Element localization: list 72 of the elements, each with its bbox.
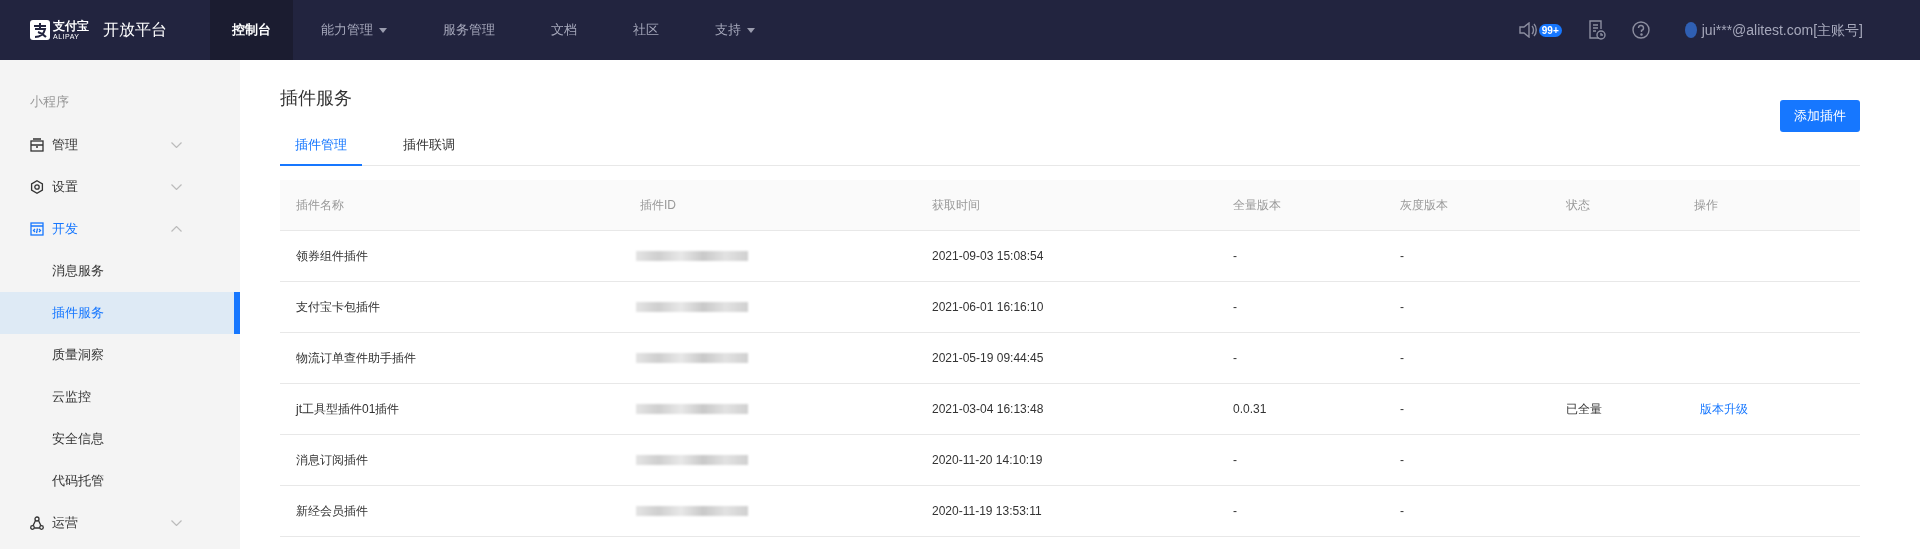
nav-tab[interactable]: 支持 — [687, 0, 783, 60]
page-title: 插件服务 — [280, 87, 352, 110]
user-account-menu[interactable]: jui***@alitest.com[主账号] — [1683, 19, 1863, 41]
notifications-button[interactable]: 99+ — [1518, 22, 1562, 38]
section-label: 小程序 — [29, 93, 70, 111]
count-badge: 99+ — [1538, 23, 1562, 37]
tab[interactable]: 插件管理 — [280, 126, 362, 166]
table-cell-text: 领券组件插件 — [295, 248, 369, 265]
table-cell-text: 2020-11-19 13:53:11 — [931, 503, 1043, 520]
table-cell-text: - — [1399, 299, 1405, 316]
table-cell-text: 新经会员插件 — [295, 503, 369, 520]
table-cell-text: 支付宝卡包插件 — [295, 299, 381, 316]
chevron-down-icon — [171, 184, 182, 190]
table-cell-text: 0.0.31 — [1232, 401, 1268, 418]
sidebar-group[interactable]: 开发 — [0, 208, 240, 250]
box-icon — [30, 138, 44, 152]
help-icon — [1631, 21, 1650, 39]
table-cell-text: 2021-06-01 16:16:10 — [931, 299, 1045, 316]
sidebar-item[interactable]: 插件服务 — [0, 292, 240, 334]
status-text: 已全量 — [1566, 402, 1602, 416]
table-cell-text: 2021-09-03 15:08:54 — [931, 248, 1045, 265]
sidebar-item[interactable]: 云监控 — [0, 376, 240, 418]
table-cell-text: - — [1232, 248, 1238, 265]
code-window-icon — [30, 222, 44, 236]
speaker-icon — [1518, 22, 1537, 38]
table-cell-text: - — [1232, 299, 1238, 316]
table-cell-text: - — [1399, 503, 1405, 520]
nav-tab[interactable]: 服务管理 — [415, 0, 523, 60]
chevron-down-icon — [171, 142, 182, 148]
table-cell-text: 2020-11-20 14:10:19 — [931, 452, 1044, 469]
sidebar-item[interactable]: 代码托管 — [0, 460, 240, 502]
table-cell-text: 物流订单查件助手插件 — [295, 350, 417, 367]
sidebar-group[interactable]: 设置 — [0, 166, 240, 208]
table-cell-text: - — [1399, 248, 1405, 265]
sidebar-item[interactable]: 消息服务 — [0, 250, 240, 292]
document-clock-button[interactable] — [1587, 20, 1606, 40]
sidebar-item[interactable]: 安全信息 — [0, 418, 240, 460]
table-cell-text: - — [1399, 350, 1405, 367]
nav-tab[interactable]: 文档 — [523, 0, 605, 60]
nav-tab[interactable]: 控制台 — [210, 0, 293, 60]
gear-icon — [30, 180, 44, 194]
tab[interactable]: 插件联调 — [388, 126, 470, 166]
table-cell-text: jt工具型插件01插件 — [294, 401, 401, 418]
sidebar-item[interactable]: 质量洞察 — [0, 334, 240, 376]
table-cell-text: - — [1232, 452, 1238, 469]
upgrade-link[interactable]: 版本升级 — [1700, 402, 1748, 416]
column-header: 插件ID — [639, 197, 677, 214]
help-button[interactable] — [1631, 21, 1650, 39]
chevron-down-icon — [171, 520, 182, 526]
table-cell-text: 2021-03-04 16:13:48 — [931, 401, 1045, 418]
network-icon — [30, 516, 44, 530]
platform-title: 开放平台 — [103, 20, 167, 40]
chevron-up-icon — [171, 226, 182, 232]
nav-tab[interactable]: 能力管理 — [293, 0, 415, 60]
sidebar-group[interactable]: 管理 — [0, 124, 240, 166]
table-cell-text: 消息订阅插件 — [295, 452, 369, 469]
table-cell-text: - — [1399, 401, 1405, 418]
table-cell-text: - — [1232, 503, 1238, 520]
document-clock-icon — [1587, 20, 1606, 40]
add-plugin-button[interactable]: 添加插件 — [1780, 100, 1860, 132]
column-header: 获取时间 — [931, 197, 981, 214]
column-header: 插件名称 — [295, 197, 345, 214]
table-cell-text: - — [1232, 350, 1238, 367]
avatar-icon — [1683, 22, 1698, 38]
nav-tab[interactable]: 社区 — [605, 0, 687, 60]
column-header: 状态 — [1565, 197, 1591, 214]
table-cell-text: - — [1399, 452, 1405, 469]
column-header: 全量版本 — [1232, 197, 1282, 214]
table-cell-text: 2021-05-19 09:44:45 — [931, 350, 1045, 367]
sidebar-group[interactable]: 运营 — [0, 502, 240, 544]
column-header: 操作 — [1693, 197, 1719, 214]
column-header: 灰度版本 — [1399, 197, 1449, 214]
